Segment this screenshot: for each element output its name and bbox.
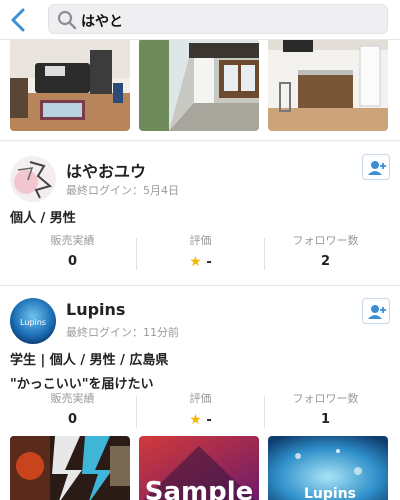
back-button[interactable] <box>8 7 30 33</box>
chevron-left-icon <box>11 8 25 32</box>
stat-rating: 評価 ★ - <box>189 234 212 270</box>
user-card[interactable]: はやおユウ 最終ログイン：5月4日 個人 / 男性 販売実績 0 評価 ★ - <box>0 150 400 280</box>
product-thumbnail[interactable] <box>10 436 130 500</box>
search-results-page: はやと はやおユウ 最終ログイン：5月4日 個人 / 男性 販売実績 0 評価 … <box>0 0 400 500</box>
stat-followers: フォロワー数 2 <box>292 234 359 269</box>
kitchen-photo <box>268 38 388 131</box>
star-icon: ★ <box>189 412 202 428</box>
user-card[interactable]: Lupins Lupins 最終ログイン：11分前 学生 | 個人 / 男性 /… <box>0 292 400 432</box>
star-icon: ★ <box>189 254 202 270</box>
user-name[interactable]: はやおユウ <box>66 158 146 182</box>
stat-rating: 評価 ★ - <box>189 392 212 428</box>
add-user-icon <box>368 161 386 175</box>
product-thumbnails-row: Sample Lupins <box>0 436 400 500</box>
avatar-illustration <box>10 156 56 202</box>
user-name[interactable]: Lupins <box>66 300 125 319</box>
divider <box>0 285 400 286</box>
search-icon <box>57 10 77 30</box>
header-bar: はやと <box>0 0 400 40</box>
artwork-thumbnail <box>10 436 130 500</box>
avatar-logo: Lupins <box>10 298 56 344</box>
product-thumbnails-row <box>0 38 400 134</box>
avatar-text: Lupins <box>20 318 46 327</box>
user-bio: "かっこいい"を届けたい <box>10 377 154 392</box>
product-thumbnail[interactable] <box>10 38 130 131</box>
stat-sales: 販売実績 0 <box>50 234 95 269</box>
follow-button[interactable] <box>362 154 390 180</box>
room-photo <box>10 38 130 131</box>
user-tags: 学生 | 個人 / 男性 / 広島県 <box>10 353 169 368</box>
stat-sales: 販売実績 0 <box>50 392 95 427</box>
product-thumbnail[interactable]: Lupins <box>268 436 388 500</box>
search-query-text: はやと <box>81 14 123 30</box>
last-login: 最終ログイン：11分前 <box>66 326 179 339</box>
avatar[interactable] <box>10 156 56 202</box>
product-thumbnail[interactable] <box>139 38 259 131</box>
sample-artwork-thumbnail: Sample <box>139 436 259 500</box>
product-thumbnail[interactable] <box>268 38 388 131</box>
follow-button[interactable] <box>362 298 390 324</box>
house-exterior-photo <box>139 38 259 131</box>
sample-watermark: Sample <box>145 477 254 500</box>
add-user-icon <box>368 305 386 319</box>
last-login: 最終ログイン：5月4日 <box>66 184 179 197</box>
user-stats: 販売実績 0 評価 ★ - フォロワー数 2 <box>0 234 400 274</box>
product-thumbnail[interactable]: Sample <box>139 436 259 500</box>
avatar[interactable]: Lupins <box>10 298 56 344</box>
search-input[interactable]: はやと <box>48 4 388 34</box>
divider <box>0 140 400 141</box>
user-tags: 個人 / 男性 <box>10 211 76 226</box>
user-stats: 販売実績 0 評価 ★ - フォロワー数 1 <box>0 392 400 432</box>
stat-followers: フォロワー数 1 <box>292 392 359 427</box>
lupins-artwork-thumbnail: Lupins <box>268 436 388 500</box>
lupins-logo-text: Lupins <box>304 486 356 500</box>
